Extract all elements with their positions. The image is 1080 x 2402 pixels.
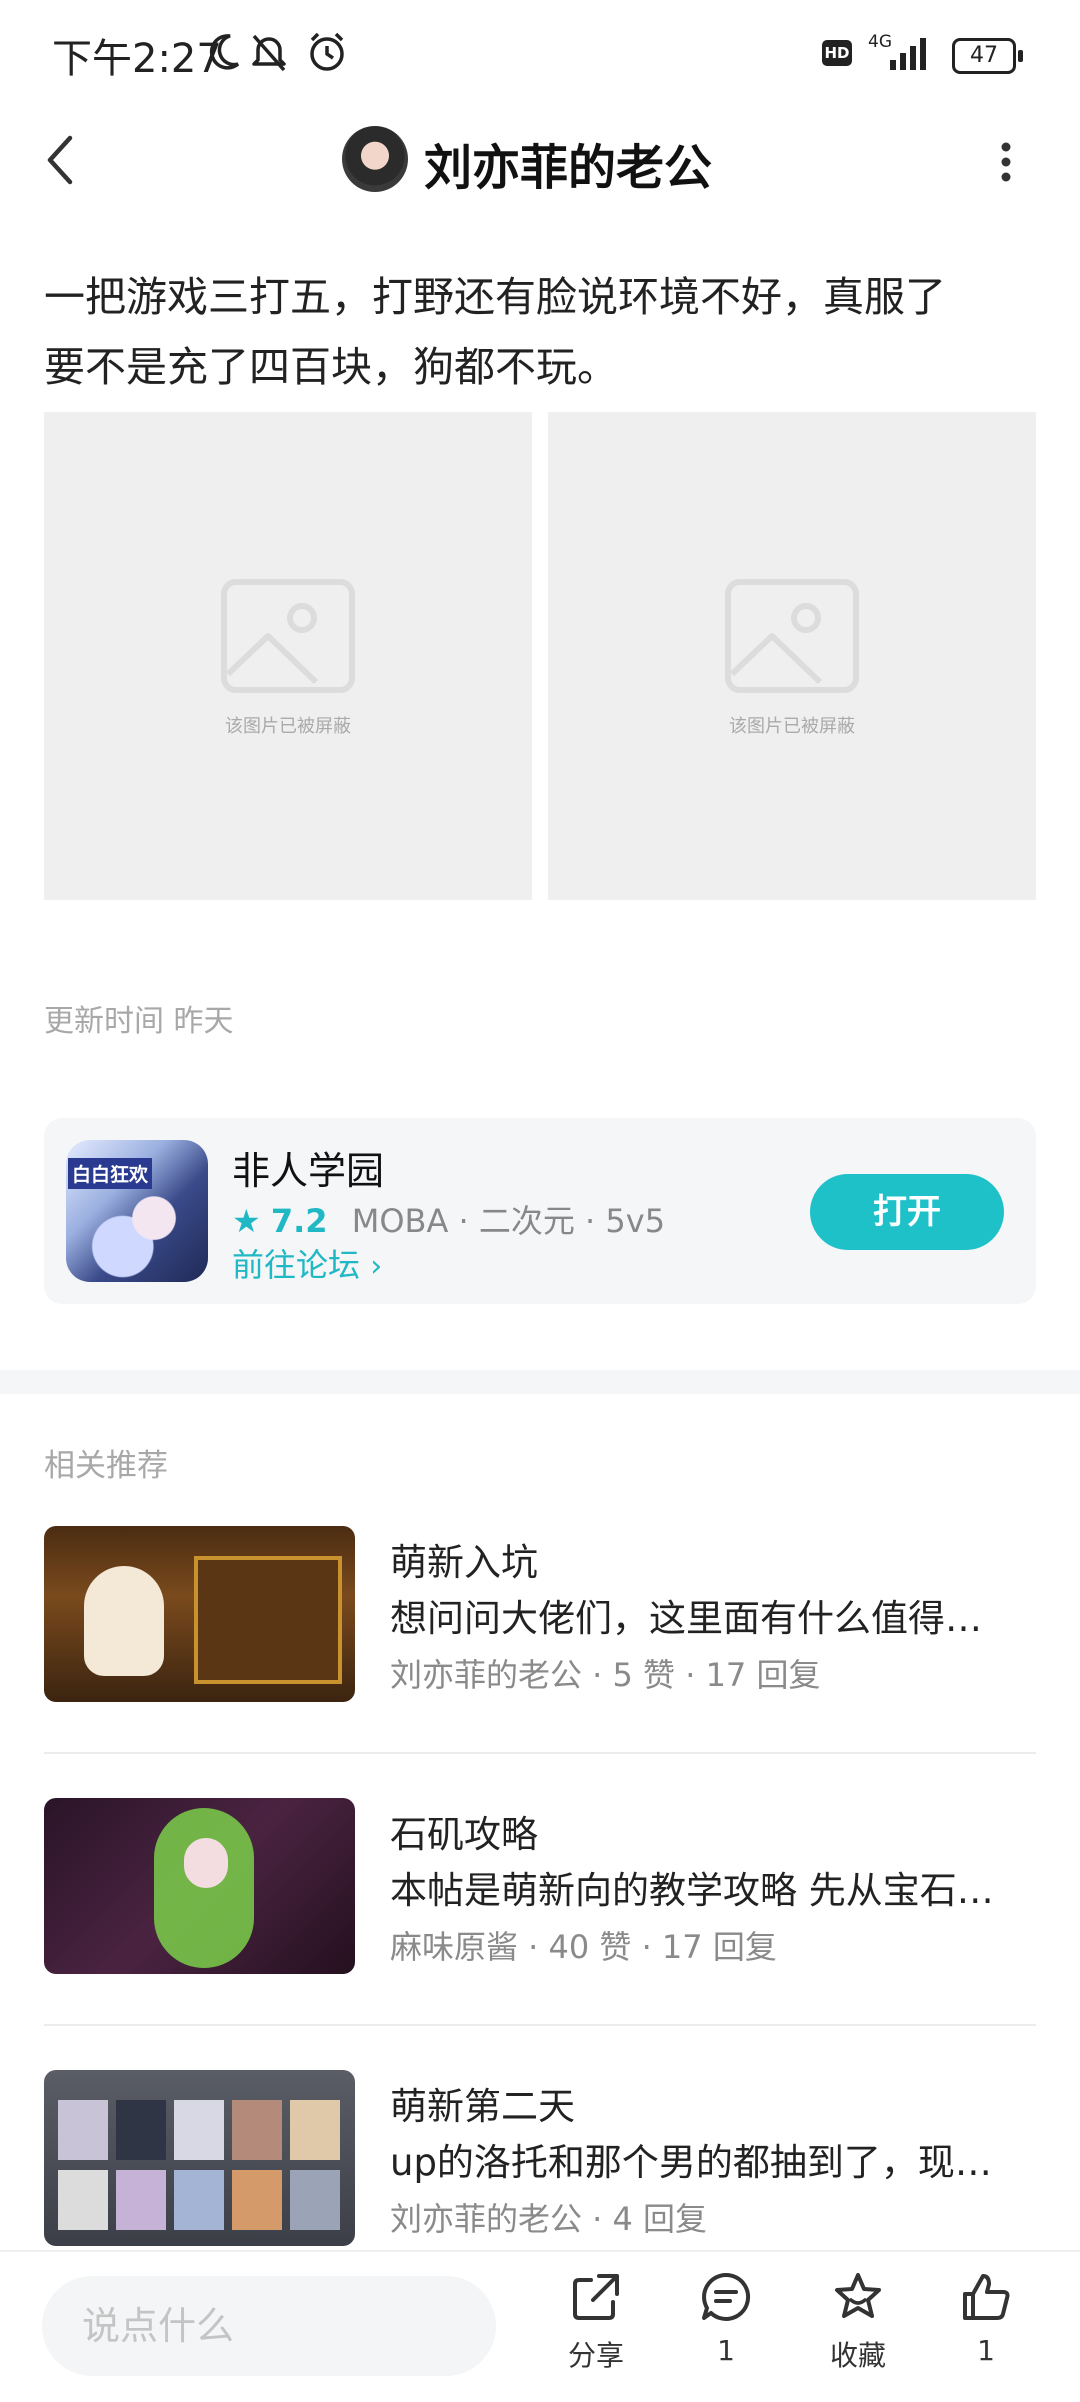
list-item[interactable]: 萌新第二天 up的洛托和那个男的都抽到了，现… 刘亦菲的老公 · 4 回复 xyxy=(44,2070,1036,2246)
list-item-meta: 刘亦菲的老公 · 5 赞 · 17 回复 xyxy=(390,1656,821,1694)
list-item-title: 萌新第二天 xyxy=(390,2085,575,2128)
thumbnail-image xyxy=(44,1526,355,1702)
signal-icon xyxy=(890,38,926,70)
blocked-image-icon xyxy=(725,579,859,693)
game-name: 非人学园 xyxy=(232,1149,385,1193)
list-item[interactable]: 萌新入坑 想问问大佬们，这里面有什么值得… 刘亦菲的老公 · 5 赞 · 17 … xyxy=(44,1526,1036,1702)
page-title[interactable]: 刘亦菲的老公 xyxy=(424,128,712,198)
game-rating: 7.2 xyxy=(270,1202,328,1240)
game-tags: MOBA · 二次元 · 5v5 xyxy=(351,1202,666,1240)
avatar[interactable] xyxy=(342,126,408,192)
star-outline-icon xyxy=(835,2273,881,2318)
star-icon: ★ xyxy=(232,1202,261,1240)
thumbnail-image xyxy=(44,2070,355,2246)
back-arrow-icon[interactable] xyxy=(42,132,78,188)
blocked-image-caption: 该图片已被屏蔽 xyxy=(225,716,351,737)
comment-button[interactable]: 1 xyxy=(676,2270,776,2367)
divider xyxy=(44,2024,1036,2026)
forum-link-label: 前往论坛 xyxy=(232,1246,361,1284)
post-text-line: 一把游戏三打五，打野还有脸说环境不好，真服了 xyxy=(44,273,946,321)
alarm-icon xyxy=(310,32,344,71)
more-options-icon[interactable] xyxy=(994,140,1018,184)
comment-count: 1 xyxy=(717,2334,735,2367)
list-item[interactable]: 石矶攻略 本帖是萌新向的教学攻略 先从宝石… 麻味原酱 · 40 赞 · 17 … xyxy=(44,1798,1036,1974)
share-label: 分享 xyxy=(567,2339,624,2372)
forum-link[interactable]: 前往论坛 › xyxy=(232,1240,382,1286)
favorite-label: 收藏 xyxy=(829,2339,886,2372)
thumbnail-image xyxy=(44,1798,355,1974)
post-content: 一把游戏三打五，打野还有脸说环境不好，真服了 要不是充了四百块，狗都不玩。 xyxy=(44,262,1044,402)
list-item-meta: 麻味原酱 · 40 赞 · 17 回复 xyxy=(390,1928,777,1966)
share-icon xyxy=(573,2274,619,2320)
list-item-desc: 想问问大佬们，这里面有什么值得… xyxy=(390,1597,982,1640)
battery-indicator: 47 xyxy=(952,38,1023,74)
blocked-image-icon xyxy=(221,579,355,693)
update-time: 更新时间 昨天 xyxy=(44,1004,234,1039)
post-image-2[interactable]: 该图片已被屏蔽 xyxy=(548,412,1036,900)
chevron-right-icon: › xyxy=(370,1249,383,1284)
game-rating-row: ★ 7.2 MOBA · 二次元 · 5v5 xyxy=(232,1196,665,1242)
game-icon-logo: 白白狂欢 xyxy=(68,1158,153,1189)
bell-off-icon xyxy=(252,34,286,72)
status-bar: 下午2:27 HD 4G 47 xyxy=(0,0,1080,110)
thumbs-up-icon xyxy=(963,2274,1010,2320)
list-item-title: 萌新入坑 xyxy=(390,1541,538,1584)
share-button[interactable]: 分享 xyxy=(546,2270,646,2374)
post-text-line: 要不是充了四百块，狗都不玩。 xyxy=(44,343,618,391)
list-item-desc: up的洛托和那个男的都抽到了，现… xyxy=(390,2141,992,2184)
post-image-1[interactable]: 该图片已被屏蔽 xyxy=(44,412,532,900)
comment-input[interactable]: 说点什么 xyxy=(42,2276,496,2376)
list-item-title: 石矶攻略 xyxy=(390,1813,538,1856)
list-item-desc: 本帖是萌新向的教学攻略 先从宝石… xyxy=(390,1869,994,1912)
hd-icon: HD xyxy=(822,40,852,66)
open-game-button[interactable]: 打开 xyxy=(810,1174,1004,1250)
moon-icon xyxy=(209,34,240,70)
status-time: 下午2:27 xyxy=(52,36,222,82)
bottom-action-bar: 说点什么 分享 1 收藏 1 xyxy=(0,2250,1080,2402)
comment-icon xyxy=(702,2272,751,2321)
game-app-icon[interactable]: 白白狂欢 xyxy=(66,1140,208,1282)
like-button[interactable]: 1 xyxy=(936,2270,1036,2367)
divider xyxy=(44,1752,1036,1754)
game-card[interactable]: 白白狂欢 非人学园 ★ 7.2 MOBA · 二次元 · 5v5 前往论坛 › … xyxy=(44,1118,1036,1304)
section-divider xyxy=(0,1370,1080,1394)
list-item-meta: 刘亦菲的老公 · 4 回复 xyxy=(390,2200,708,2238)
blocked-image-caption: 该图片已被屏蔽 xyxy=(729,716,855,737)
favorite-button[interactable]: 收藏 xyxy=(808,2270,908,2374)
like-count: 1 xyxy=(977,2334,995,2367)
recommend-title: 相关推荐 xyxy=(44,1448,168,1484)
